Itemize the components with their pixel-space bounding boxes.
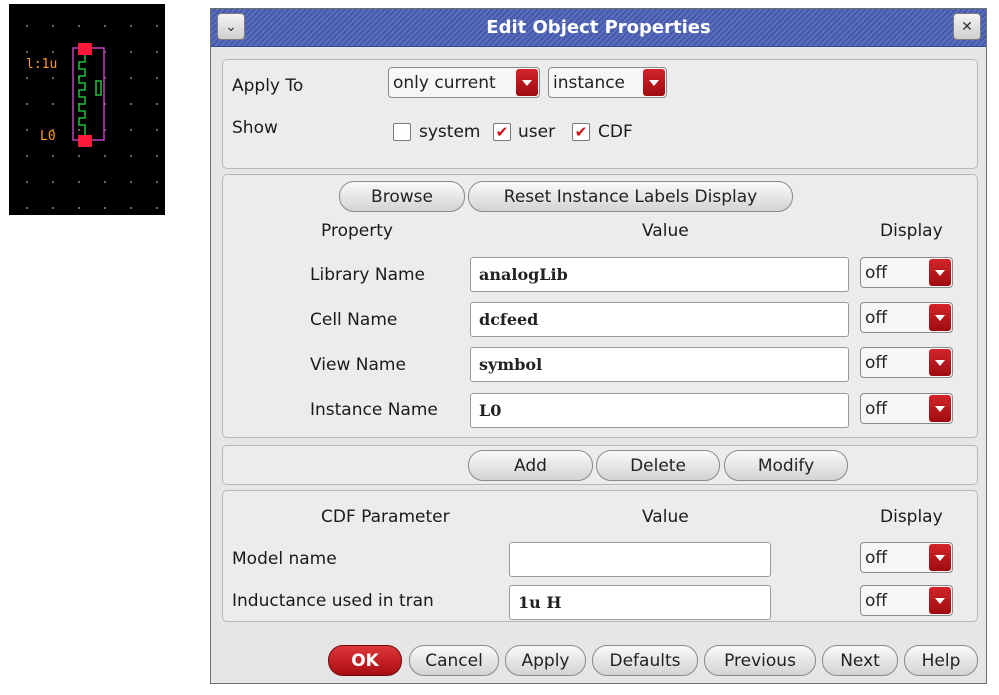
view-name-field[interactable]: symbol xyxy=(470,347,849,382)
show-cdf-checkbox[interactable]: ✔ xyxy=(572,123,590,141)
title-bar[interactable]: ⌄ Edit Object Properties ✕ xyxy=(211,9,986,47)
show-label: Show xyxy=(232,118,278,138)
ok-button[interactable]: OK xyxy=(328,645,402,676)
library-name-field[interactable]: analogLib xyxy=(470,257,849,292)
property-header: Property xyxy=(321,221,393,241)
show-system-checkbox[interactable] xyxy=(393,123,411,141)
edit-object-properties-dialog: ⌄ Edit Object Properties ✕ Apply To only… xyxy=(210,8,987,684)
checkmark-icon: ✔ xyxy=(495,122,509,141)
display-value: off xyxy=(865,352,888,373)
modify-button[interactable]: Modify xyxy=(724,450,848,481)
dropdown-arrow-icon xyxy=(929,349,951,376)
dialog-title: Edit Object Properties xyxy=(486,17,711,38)
dropdown-arrow-icon xyxy=(929,304,951,331)
checkmark-icon: ✔ xyxy=(574,122,588,141)
display-header: Display xyxy=(880,221,943,241)
display-value: off xyxy=(865,590,888,611)
apply-type-value: instance xyxy=(553,72,626,93)
inductance-display-select[interactable]: off xyxy=(860,585,953,616)
defaults-button[interactable]: Defaults xyxy=(592,645,698,676)
dropdown-arrow-icon xyxy=(643,69,665,96)
close-button[interactable]: ✕ xyxy=(953,13,981,40)
inductance-label: l:1u xyxy=(26,57,58,72)
property-name: Library Name xyxy=(310,265,425,285)
schematic-canvas[interactable]: l:1u L0 xyxy=(9,4,165,215)
delete-button[interactable]: Delete xyxy=(596,450,720,481)
show-user-checkbox[interactable]: ✔ xyxy=(493,123,511,141)
close-icon: ✕ xyxy=(961,18,973,35)
instance-name-display-select[interactable]: off xyxy=(860,393,953,424)
property-name: Instance Name xyxy=(310,400,438,420)
add-button[interactable]: Add xyxy=(468,450,593,481)
display-value: off xyxy=(865,262,888,283)
cdf-parameter-header: CDF Parameter xyxy=(321,507,450,527)
dropdown-arrow-icon xyxy=(929,544,951,571)
instance-label: L0 xyxy=(40,129,56,144)
show-user-label: user xyxy=(518,122,556,142)
dropdown-arrow-icon xyxy=(929,587,951,614)
cdf-display-header: Display xyxy=(880,507,943,527)
property-name: View Name xyxy=(310,355,406,375)
apply-scope-value: only current xyxy=(393,72,496,93)
dropdown-arrow-icon xyxy=(929,395,951,422)
inductance-field[interactable]: 1u H xyxy=(509,585,771,620)
edit-buttons-panel: Add Delete Modify xyxy=(222,445,978,485)
cdf-panel: CDF Parameter Value Display Model name o… xyxy=(222,490,978,622)
apply-scope-select[interactable]: only current xyxy=(388,67,540,98)
cdf-value-header: Value xyxy=(642,507,689,527)
show-cdf-label: CDF xyxy=(598,122,633,142)
cell-name-display-select[interactable]: off xyxy=(860,302,953,333)
next-button[interactable]: Next xyxy=(822,645,898,676)
library-name-display-select[interactable]: off xyxy=(860,257,953,288)
cancel-button[interactable]: Cancel xyxy=(409,645,499,676)
cdf-parameter-name: Inductance used in tran xyxy=(232,591,434,611)
property-name: Cell Name xyxy=(310,310,398,330)
show-system-label: system xyxy=(419,122,481,142)
apply-button[interactable]: Apply xyxy=(505,645,586,676)
reset-instance-labels-button[interactable]: Reset Instance Labels Display xyxy=(468,181,793,212)
dropdown-arrow-icon xyxy=(929,259,951,286)
display-value: off xyxy=(865,307,888,328)
instance-name-field[interactable]: L0 xyxy=(470,393,849,428)
inductor-symbol-icon xyxy=(72,43,105,147)
dropdown-arrow-icon xyxy=(516,69,538,96)
model-name-display-select[interactable]: off xyxy=(860,542,953,573)
apply-to-panel: Apply To only current instance Show syst… xyxy=(222,59,978,169)
value-header: Value xyxy=(642,221,689,241)
display-value: off xyxy=(865,398,888,419)
browse-button[interactable]: Browse xyxy=(339,181,465,212)
cell-name-field[interactable]: dcfeed xyxy=(470,302,849,337)
property-panel: Browse Reset Instance Labels Display Pro… xyxy=(222,174,978,438)
cdf-parameter-name: Model name xyxy=(232,549,337,569)
apply-to-label: Apply To xyxy=(232,76,304,96)
apply-type-select[interactable]: instance xyxy=(548,67,667,98)
view-name-display-select[interactable]: off xyxy=(860,347,953,378)
previous-button[interactable]: Previous xyxy=(704,645,816,676)
help-button[interactable]: Help xyxy=(904,645,978,676)
model-name-field[interactable] xyxy=(509,542,771,577)
display-value: off xyxy=(865,547,888,568)
